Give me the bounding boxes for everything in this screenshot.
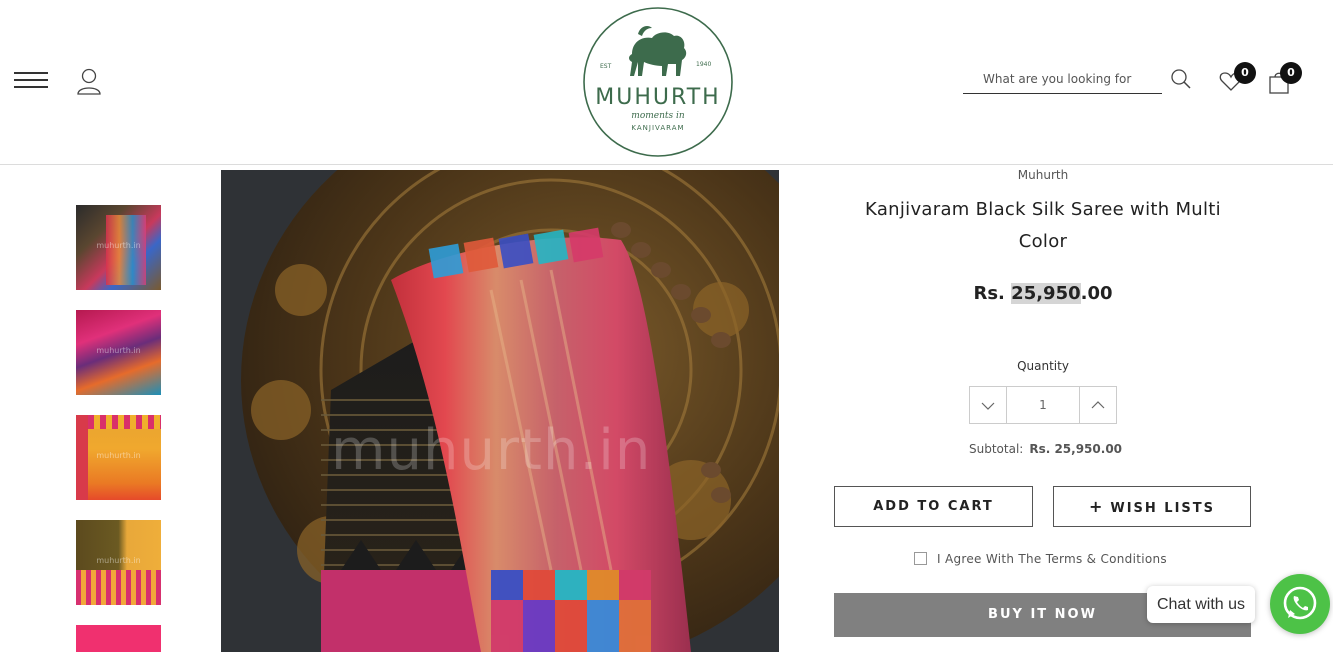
subtotal-label: Subtotal: <box>969 442 1024 456</box>
product-brand[interactable]: Muhurth <box>833 168 1253 182</box>
quantity-label: Quantity <box>1017 359 1069 373</box>
thumbnail-4[interactable]: muhurth.in <box>76 520 161 605</box>
search-input[interactable] <box>963 66 1162 92</box>
thumbnail-2[interactable]: muhurth.in <box>76 310 161 395</box>
quantity-stepper <box>969 386 1117 424</box>
product-main-image[interactable]: muhurth.in <box>221 170 779 652</box>
account-icon[interactable] <box>76 68 102 96</box>
quantity-increase-button[interactable] <box>1079 387 1116 423</box>
wish-lists-button[interactable]: + WISH LISTS <box>1053 486 1251 527</box>
wishlist-count-badge: 0 <box>1234 62 1256 84</box>
site-logo[interactable]: EST 1940 MUHURTH moments in KANJIVARAM <box>582 6 734 158</box>
product-price: Rs. 25,950.00 <box>833 283 1253 304</box>
quantity-input[interactable] <box>1007 387 1079 423</box>
whatsapp-icon <box>1283 586 1317 620</box>
menu-icon[interactable] <box>14 72 48 92</box>
quantity-decrease-button[interactable] <box>970 387 1007 423</box>
wish-lists-label: WISH LISTS <box>1110 501 1216 516</box>
price-prefix: Rs. <box>973 283 1005 304</box>
price-decimals: .00 <box>1080 283 1113 304</box>
svg-text:KANJIVARAM: KANJIVARAM <box>631 124 684 132</box>
cart-count-badge: 0 <box>1280 62 1302 84</box>
image-watermark: muhurth.in <box>331 418 652 483</box>
terms-agreement: I Agree With The Terms & Conditions <box>914 552 1167 566</box>
thumbnail-1[interactable]: muhurth.in <box>76 205 161 290</box>
add-to-cart-button[interactable]: ADD TO CART <box>834 486 1033 527</box>
subtotal: Subtotal: Rs. 25,950.00 <box>969 442 1122 456</box>
site-header: EST 1940 MUHURTH moments in KANJIVARAM 0… <box>0 0 1333 165</box>
svg-text:EST: EST <box>600 63 612 70</box>
whatsapp-button[interactable] <box>1270 574 1330 634</box>
search-icon[interactable] <box>1170 68 1192 90</box>
terms-checkbox[interactable] <box>914 552 927 565</box>
chevron-up-icon <box>1091 401 1105 409</box>
chat-with-us-bubble[interactable]: Chat with us <box>1147 586 1255 623</box>
svg-text:moments in: moments in <box>631 111 685 121</box>
plus-icon: + <box>1088 497 1105 516</box>
price-amount: 25,950 <box>1011 283 1081 304</box>
svg-text:MUHURTH: MUHURTH <box>595 85 720 110</box>
chevron-down-icon <box>981 402 995 410</box>
thumbnail-5[interactable] <box>76 625 161 652</box>
terms-label[interactable]: I Agree With The Terms & Conditions <box>937 552 1167 566</box>
search-bar <box>963 66 1162 94</box>
product-title: Kanjivaram Black Silk Saree with Multi C… <box>865 199 1221 252</box>
svg-text:1940: 1940 <box>696 61 711 68</box>
thumbnail-3[interactable]: muhurth.in <box>76 415 161 500</box>
subtotal-value: Rs. 25,950.00 <box>1029 442 1123 456</box>
